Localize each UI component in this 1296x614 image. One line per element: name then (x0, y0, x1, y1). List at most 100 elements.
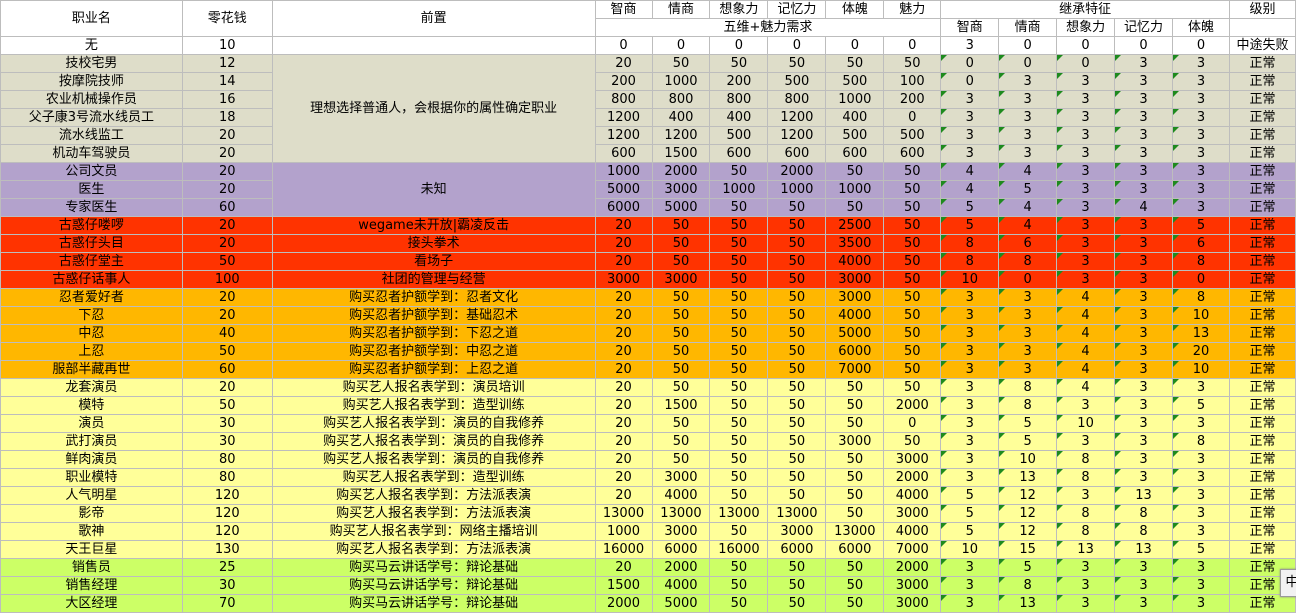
cell-prereq[interactable]: 购买忍者护额学到：忍者文化 (271, 288, 596, 307)
cell-inherit-value[interactable]: 3 (1114, 90, 1173, 109)
cell-req-value[interactable]: 0 (709, 36, 769, 55)
cell-inherit-value[interactable]: 5 (998, 414, 1058, 433)
cell-req-value[interactable]: 7000 (825, 360, 885, 379)
cell-money[interactable]: 120 (181, 522, 273, 541)
cell-req-value[interactable]: 0 (883, 36, 942, 55)
cell-inherit-value[interactable]: 3 (1114, 558, 1173, 577)
cell-req-value[interactable]: 0 (651, 36, 711, 55)
cell-req-value[interactable]: 500 (825, 72, 885, 91)
cell-req-value[interactable]: 50 (767, 288, 827, 307)
cell-inherit-value[interactable]: 3 (1056, 90, 1116, 109)
cell-req-value[interactable]: 20 (594, 378, 653, 397)
cell-req-value[interactable]: 200 (594, 72, 653, 91)
cell-inherit-value[interactable]: 3 (940, 144, 1000, 163)
cell-inherit-value[interactable]: 20 (1172, 342, 1230, 361)
cell-level[interactable]: 正常 (1228, 540, 1296, 559)
cell-req-value[interactable]: 50 (825, 558, 885, 577)
cell-req-value[interactable]: 50 (767, 198, 827, 217)
cell-level[interactable]: 中途失败 (1228, 36, 1296, 55)
cell-inherit-value[interactable]: 3 (1172, 72, 1230, 91)
cell-req-value[interactable]: 200 (709, 72, 769, 91)
cell-req-value[interactable]: 5000 (651, 594, 711, 613)
cell-level[interactable]: 正常 (1228, 486, 1296, 505)
header-req-physique[interactable]: 体魄 (825, 0, 885, 19)
cell-req-value[interactable]: 2000 (594, 594, 653, 613)
cell-req-value[interactable]: 1000 (767, 180, 827, 199)
cell-req-value[interactable]: 4000 (825, 252, 885, 271)
header-req-group[interactable]: 五维+魅力需求 (594, 18, 942, 37)
cell-req-value[interactable]: 50 (767, 324, 827, 343)
cell-req-value[interactable]: 1200 (651, 126, 711, 145)
cell-money[interactable]: 60 (181, 360, 273, 379)
cell-req-value[interactable]: 50 (825, 162, 885, 181)
cell-req-value[interactable]: 50 (825, 504, 885, 523)
cell-job-name[interactable]: 歌神 (0, 522, 183, 541)
cell-level[interactable]: 正常 (1228, 90, 1296, 109)
cell-job-name[interactable]: 中忍 (0, 324, 183, 343)
cell-level[interactable]: 正常 (1228, 342, 1296, 361)
cell-level[interactable]: 正常 (1228, 450, 1296, 469)
cell-inherit-value[interactable]: 8 (998, 378, 1058, 397)
cell-inherit-value[interactable]: 3 (1114, 270, 1173, 289)
cell-req-value[interactable]: 50 (883, 342, 942, 361)
cell-req-value[interactable]: 2000 (767, 162, 827, 181)
cell-inherit-value[interactable]: 3 (1056, 126, 1116, 145)
cell-inherit-value[interactable]: 3 (940, 342, 1000, 361)
cell-prereq[interactable]: 购买忍者护额学到：下忍之道 (271, 324, 596, 343)
cell-money[interactable]: 120 (181, 486, 273, 505)
cell-inherit-value[interactable]: 8 (1056, 468, 1116, 487)
header-req-imagination[interactable]: 想象力 (709, 0, 769, 19)
cell-inherit-value[interactable]: 3 (940, 108, 1000, 127)
cell-inherit-value[interactable]: 8 (1172, 288, 1230, 307)
cell-req-value[interactable]: 2000 (651, 558, 711, 577)
cell-inherit-value[interactable]: 0 (940, 54, 1000, 73)
cell-money[interactable]: 20 (181, 126, 273, 145)
cell-req-value[interactable]: 1200 (767, 108, 827, 127)
cell-inherit-value[interactable]: 3 (940, 36, 1000, 55)
cell-inherit-value[interactable]: 3 (1172, 108, 1230, 127)
cell-req-value[interactable]: 50 (825, 414, 885, 433)
cell-inherit-value[interactable]: 8 (1056, 504, 1116, 523)
cell-req-value[interactable]: 13000 (767, 504, 827, 523)
cell-inherit-value[interactable]: 3 (1172, 144, 1230, 163)
cell-inherit-value[interactable]: 3 (1114, 414, 1173, 433)
cell-inherit-value[interactable]: 3 (1056, 180, 1116, 199)
cell-req-value[interactable]: 50 (709, 216, 769, 235)
header-req-memory[interactable]: 记忆力 (767, 0, 827, 19)
header-inherit-memory[interactable]: 记忆力 (1114, 18, 1173, 37)
cell-inherit-value[interactable]: 3 (1114, 144, 1173, 163)
cell-req-value[interactable]: 6000 (594, 198, 653, 217)
cell-prereq[interactable]: 理想选择普通人，会根据你的属性确定职业 (271, 54, 596, 163)
cell-inherit-value[interactable]: 3 (1172, 450, 1230, 469)
cell-req-value[interactable]: 6000 (767, 540, 827, 559)
cell-req-value[interactable]: 5000 (651, 198, 711, 217)
cell-req-value[interactable]: 1000 (594, 522, 653, 541)
cell-money[interactable]: 20 (181, 378, 273, 397)
cell-inherit-value[interactable]: 4 (998, 162, 1058, 181)
cell-req-value[interactable]: 0 (594, 36, 653, 55)
cell-inherit-value[interactable]: 3 (1056, 108, 1116, 127)
cell-inherit-value[interactable]: 3 (1114, 216, 1173, 235)
cell-money[interactable]: 20 (181, 306, 273, 325)
cell-req-value[interactable]: 50 (825, 198, 885, 217)
cell-money[interactable]: 16 (181, 90, 273, 109)
cell-req-value[interactable]: 50 (767, 450, 827, 469)
cell-req-value[interactable]: 400 (709, 108, 769, 127)
cell-prereq[interactable] (271, 36, 596, 55)
cell-inherit-value[interactable]: 4 (1056, 306, 1116, 325)
cell-inherit-value[interactable]: 3 (1172, 594, 1230, 613)
cell-money[interactable]: 100 (181, 270, 273, 289)
cell-money[interactable]: 20 (181, 288, 273, 307)
cell-money[interactable]: 50 (181, 252, 273, 271)
cell-req-value[interactable]: 6000 (825, 540, 885, 559)
cell-req-value[interactable]: 50 (709, 252, 769, 271)
cell-inherit-value[interactable]: 3 (940, 360, 1000, 379)
cell-inherit-value[interactable]: 4 (998, 216, 1058, 235)
cell-prereq[interactable]: 购买艺人报名表学到：演员的自我修养 (271, 432, 596, 451)
cell-job-name[interactable]: 古惑仔话事人 (0, 270, 183, 289)
cell-prereq[interactable]: 购买艺人报名表学到：演员的自我修养 (271, 414, 596, 433)
cell-req-value[interactable]: 50 (651, 450, 711, 469)
cell-level[interactable]: 正常 (1228, 360, 1296, 379)
cell-inherit-value[interactable]: 10 (1172, 360, 1230, 379)
cell-inherit-value[interactable]: 3 (1172, 522, 1230, 541)
